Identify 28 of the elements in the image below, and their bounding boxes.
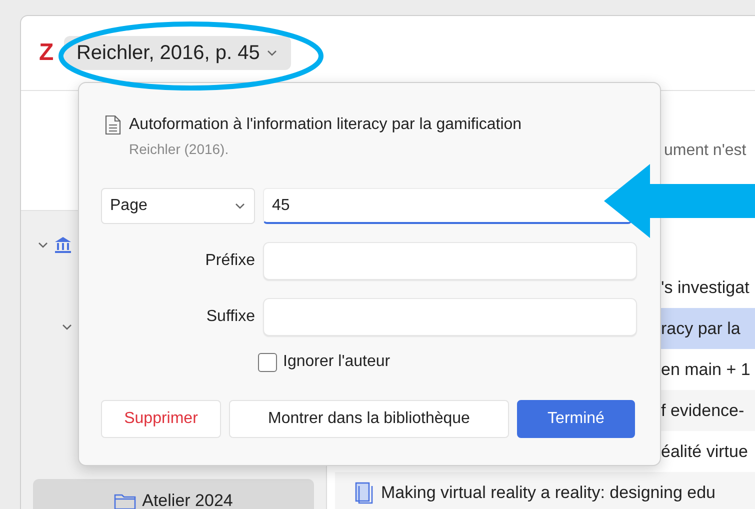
checkbox-label: Ignorer l'auteur [283,352,390,372]
collection-item[interactable]: Atelier 2024 [33,479,314,509]
locator-select[interactable]: Page [101,188,255,224]
item-title: Making virtual reality a reality: designing edu [381,482,716,504]
text-input[interactable] [263,298,637,336]
book-icon [355,482,373,504]
document-icon [105,115,121,135]
item-title: 's investigat [661,276,750,299]
dialog-button[interactable]: Terminé [517,400,635,438]
item-subtitle: Reichler (2016). [129,140,230,159]
library-icon [53,235,73,255]
app-logo: Z [39,38,54,68]
checkbox[interactable] [258,352,277,372]
field-label: Suffixe [205,307,255,327]
dialog-button[interactable]: Montrer dans la bibliothèque [229,400,509,438]
item-row[interactable]: Making virtual reality a reality: designing edu [335,472,755,509]
citation-button[interactable]: Reichler, 2016, p. 45 [64,36,291,70]
item-title: éalité virtue [661,440,748,463]
folder-icon [114,492,136,509]
field-label: Préfixe [204,251,255,271]
notice-text: ument n'est [664,140,746,160]
item-title: Autoformation à l'information literacy par la gamification [129,115,522,135]
dialog-button[interactable]: Supprimer [101,400,221,438]
item-title: f evidence- [661,400,744,422]
text-input[interactable] [263,242,637,280]
page-input[interactable]: 45 [263,188,632,224]
item-title: en main + 1 [661,358,750,381]
item-title: racy par la [661,318,740,340]
